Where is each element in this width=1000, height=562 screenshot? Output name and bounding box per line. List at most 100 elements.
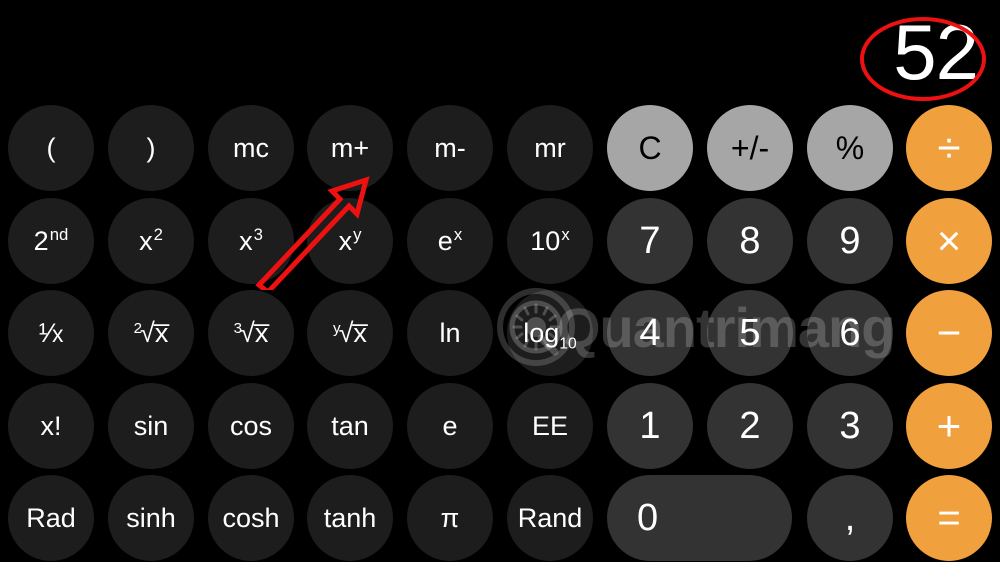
factorial-key[interactable]: x!	[8, 383, 94, 469]
euler-key[interactable]: e	[407, 383, 493, 469]
key-label: ex	[437, 224, 463, 256]
digit-1-key[interactable]: 1	[607, 383, 693, 469]
clear-key[interactable]: C	[607, 105, 693, 191]
sine-key[interactable]: sin	[108, 383, 194, 469]
key-label: 8	[739, 220, 761, 262]
key-label: 1	[639, 405, 661, 447]
key-label: C	[638, 130, 662, 166]
keypad: () mc m+ m-mr C +/-% ÷ 2nd x2 x3 xy ex 10x 7 8 9 × ¹⁄x 2 √x…	[0, 104, 1000, 562]
key-label: m+	[330, 132, 370, 163]
key-label: +/-	[730, 130, 770, 166]
second-function-key[interactable]: 2nd	[8, 198, 94, 284]
open-paren-key[interactable]: (	[8, 105, 94, 191]
key-label: cos	[229, 410, 273, 441]
key-row: Rad sinh cosh tanh π Rand 0, =	[0, 475, 1000, 561]
key-label: ¹⁄x	[38, 317, 64, 348]
key-label: 10x	[530, 224, 570, 256]
digit-4-key[interactable]: 4	[607, 290, 693, 376]
digit-3-key[interactable]: 3	[807, 383, 893, 469]
cube-root-key[interactable]: 3 √x̅	[208, 290, 294, 376]
digit-9-key[interactable]: 9	[807, 198, 893, 284]
key-label: 3	[839, 405, 861, 447]
calculator-app: 52 () mc m+ m-mr C +/-% ÷ 2nd x2 x3 xy ex 10x 7 8 9 × ¹⁄x…	[0, 0, 1000, 562]
key-label: m-	[434, 132, 466, 163]
decimal-separator-key[interactable]: ,	[807, 475, 893, 561]
display-area: 52	[0, 0, 1000, 104]
memory-add-key[interactable]: m+	[307, 105, 393, 191]
exponent-key[interactable]: EE	[507, 383, 593, 469]
hyperbolic-tangent-key[interactable]: tanh	[307, 475, 393, 561]
tangent-key[interactable]: tan	[307, 383, 393, 469]
cosine-key[interactable]: cos	[208, 383, 294, 469]
key-label: =	[937, 496, 961, 540]
key-label: 7	[639, 220, 661, 262]
key-row: ¹⁄x 2 √x̅ 3 √x̅ y √x̅ ln log10 4 5 6 −	[0, 290, 1000, 376]
key-label: −	[936, 309, 962, 356]
subtract-key[interactable]: −	[906, 290, 992, 376]
hyperbolic-sine-key[interactable]: sinh	[108, 475, 194, 561]
hyperbolic-cosine-key[interactable]: cosh	[208, 475, 294, 561]
key-label: )	[146, 132, 156, 163]
digit-7-key[interactable]: 7	[607, 198, 693, 284]
e-power-x-key[interactable]: ex	[407, 198, 493, 284]
key-label: sinh	[126, 502, 176, 533]
reciprocal-key[interactable]: ¹⁄x	[8, 290, 94, 376]
key-row: x! sin cos tan e EE 1 2 3 +	[0, 383, 1000, 469]
key-label: tanh	[323, 502, 377, 533]
key-label: EE	[531, 410, 569, 441]
add-key[interactable]: +	[906, 383, 992, 469]
key-label: 6	[839, 312, 861, 354]
multiply-key[interactable]: ×	[906, 198, 992, 284]
log-base-10-key[interactable]: log10	[507, 290, 593, 376]
ten-power-x-key[interactable]: 10x	[507, 198, 593, 284]
natural-log-key[interactable]: ln	[407, 290, 493, 376]
key-label: π	[440, 502, 460, 533]
key-label: e	[442, 410, 458, 441]
random-key[interactable]: Rand	[507, 475, 593, 561]
equals-key[interactable]: =	[906, 475, 992, 561]
key-label: x3	[239, 224, 263, 256]
key-label: xy	[338, 224, 362, 256]
key-label: sin	[133, 410, 169, 441]
key-label: Rad	[26, 502, 76, 533]
key-label: ,	[844, 497, 856, 539]
close-paren-key[interactable]: )	[108, 105, 194, 191]
digit-0-key[interactable]: 0	[607, 475, 792, 561]
key-label: tan	[331, 410, 369, 441]
key-label: 2	[739, 405, 761, 447]
key-label: 2 √x̅	[133, 317, 169, 348]
key-row: 2nd x2 x3 xy ex 10x 7 8 9 ×	[0, 198, 1000, 284]
key-label: 9	[839, 220, 861, 262]
key-label: ÷	[937, 124, 961, 171]
x-cubed-key[interactable]: x3	[208, 198, 294, 284]
divide-key[interactable]: ÷	[906, 105, 992, 191]
key-label: mr	[534, 132, 566, 163]
digit-5-key[interactable]: 5	[707, 290, 793, 376]
key-label: 2nd	[33, 224, 69, 256]
key-label: log10	[523, 317, 577, 352]
key-label: cosh	[222, 502, 280, 533]
nth-root-key[interactable]: y √x̅	[307, 290, 393, 376]
memory-recall-key[interactable]: mr	[507, 105, 593, 191]
key-label: x!	[40, 410, 62, 441]
key-label: 0	[637, 497, 659, 539]
key-row: () mc m+ m-mr C +/-% ÷	[0, 105, 1000, 191]
key-label: 5	[739, 312, 761, 354]
radians-key[interactable]: Rad	[8, 475, 94, 561]
key-label: ×	[936, 217, 962, 264]
memory-clear-key[interactable]: mc	[208, 105, 294, 191]
key-label: 3 √x̅	[233, 317, 269, 348]
x-squared-key[interactable]: x2	[108, 198, 194, 284]
key-label: +	[936, 402, 962, 449]
key-label: %	[835, 130, 865, 166]
x-power-y-key[interactable]: xy	[307, 198, 393, 284]
sign-toggle-key[interactable]: +/-	[707, 105, 793, 191]
digit-8-key[interactable]: 8	[707, 198, 793, 284]
percent-key[interactable]: %	[807, 105, 893, 191]
digit-6-key[interactable]: 6	[807, 290, 893, 376]
square-root-key[interactable]: 2 √x̅	[108, 290, 194, 376]
digit-2-key[interactable]: 2	[707, 383, 793, 469]
pi-key[interactable]: π	[407, 475, 493, 561]
memory-subtract-key[interactable]: m-	[407, 105, 493, 191]
key-label: Rand	[517, 502, 583, 533]
